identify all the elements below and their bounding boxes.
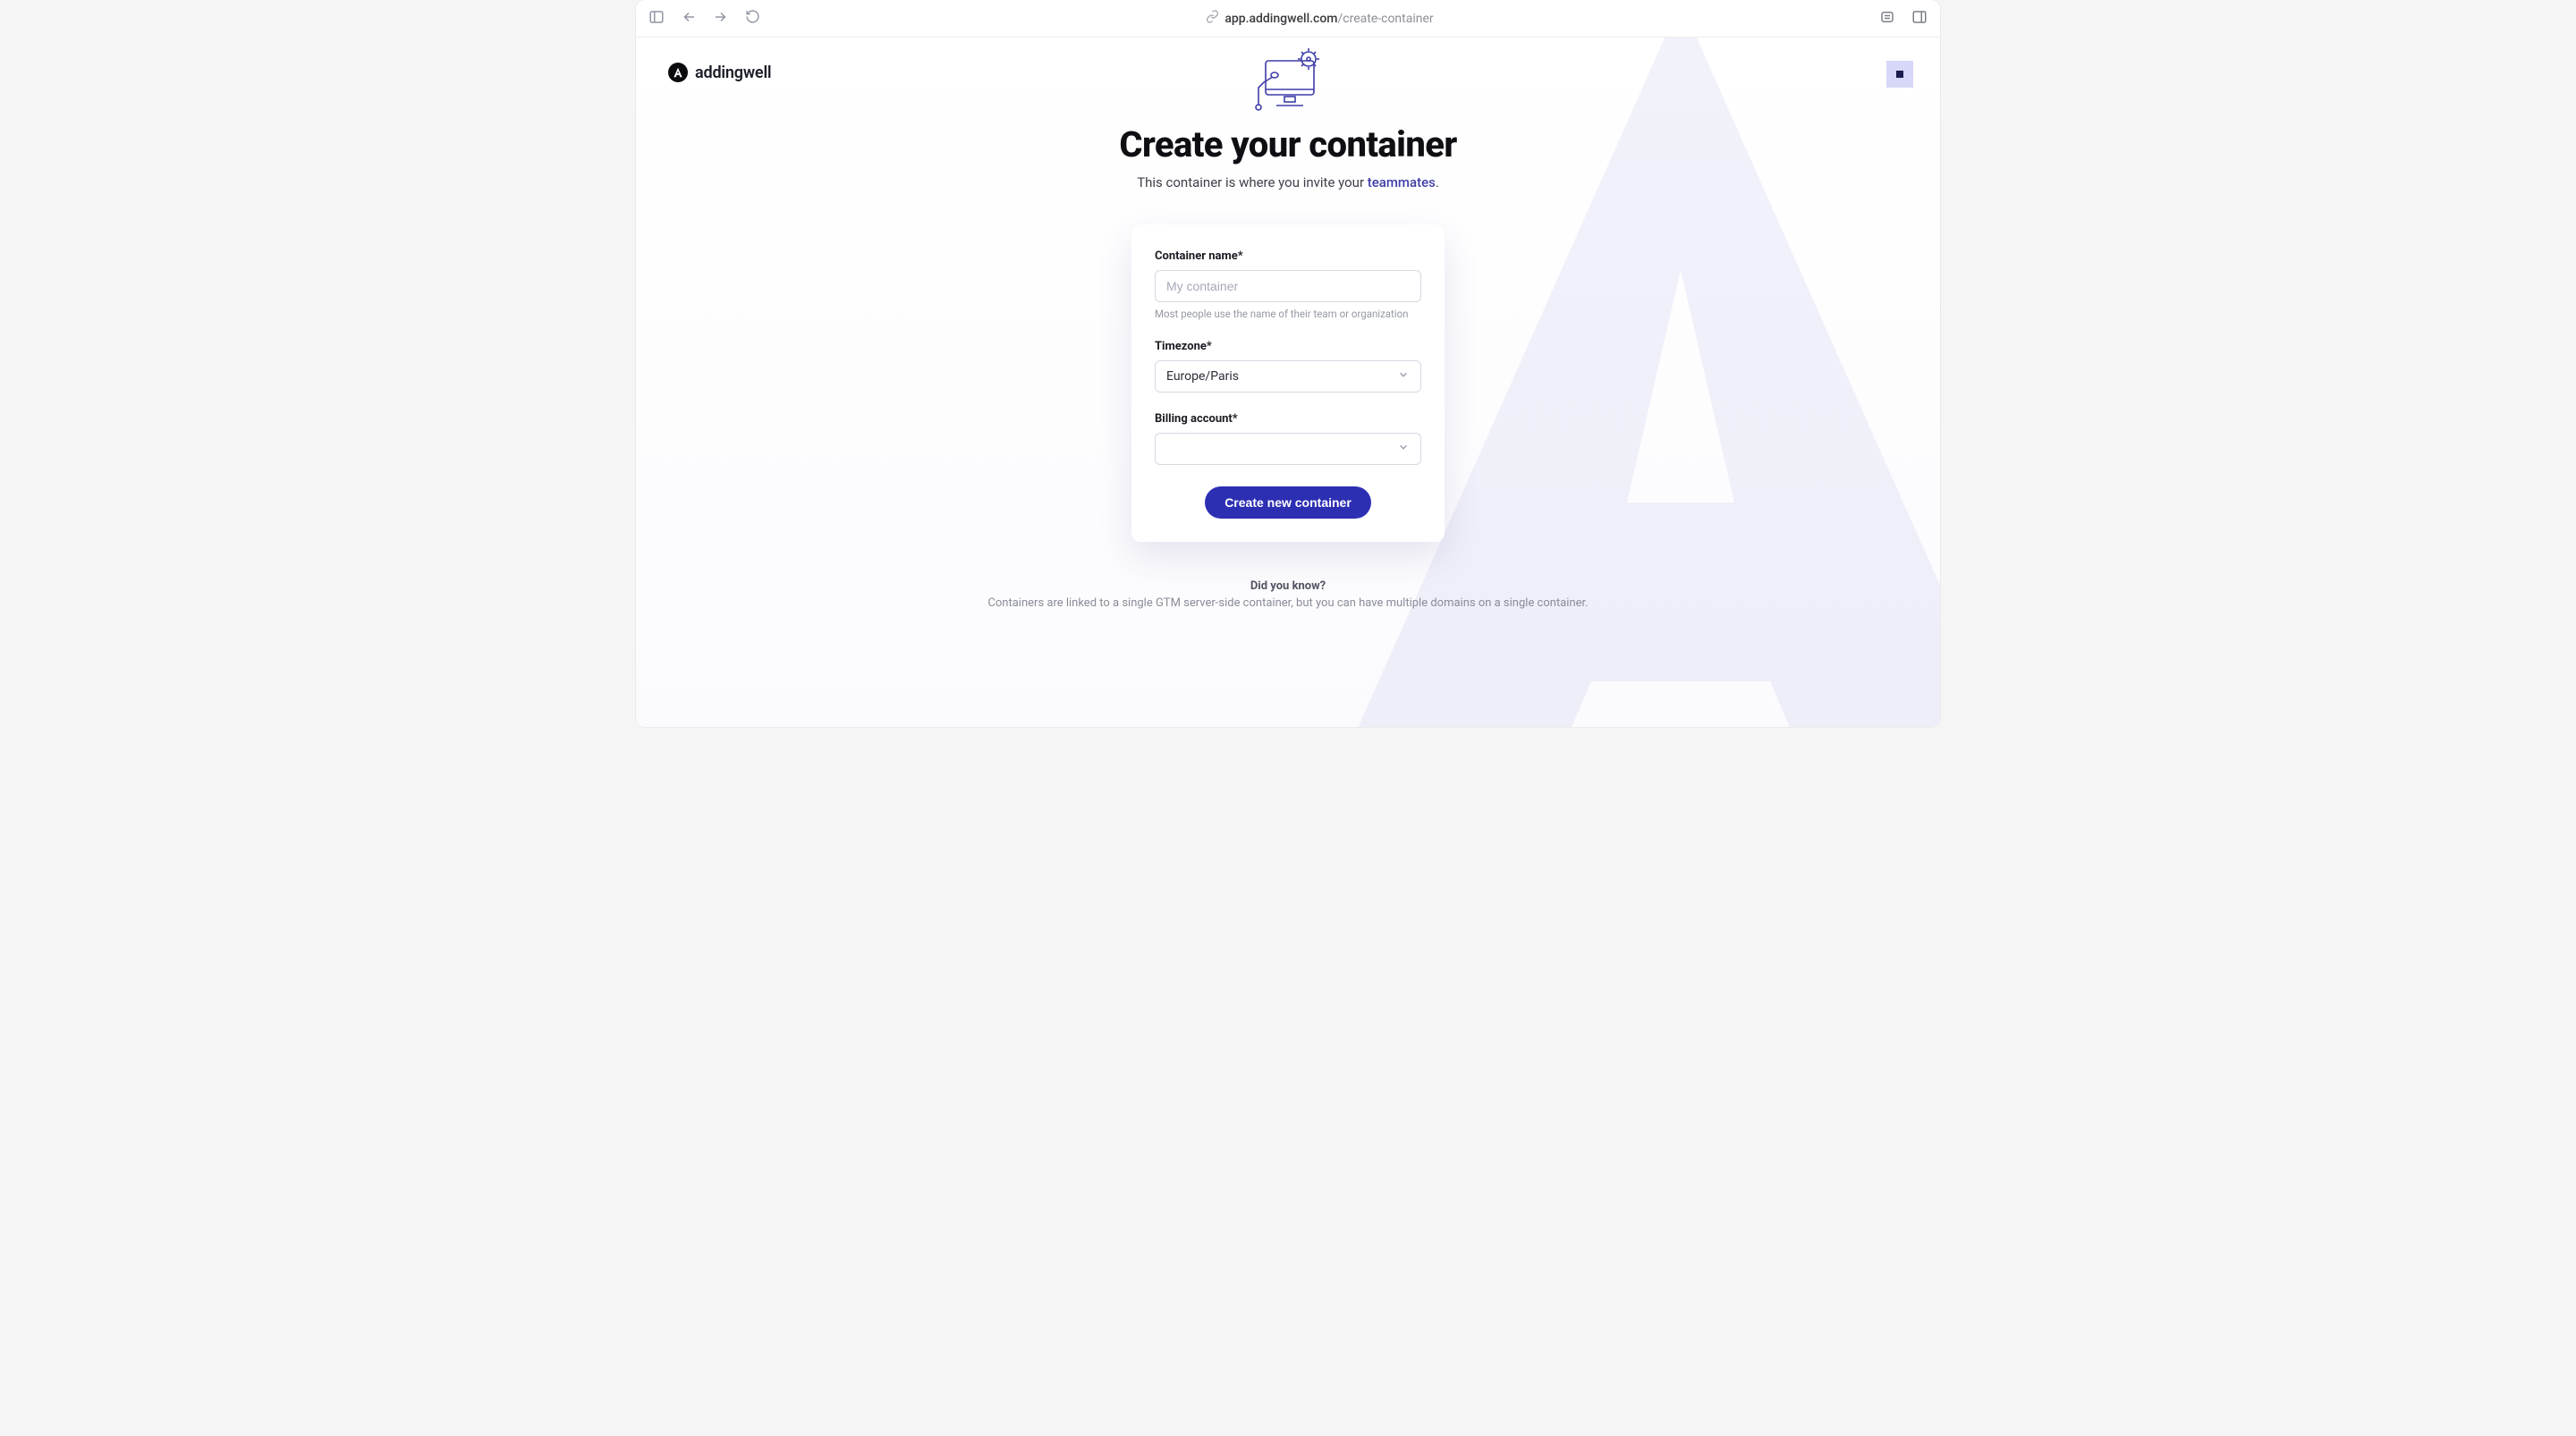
page-title: Create your container <box>886 123 1690 165</box>
form-card: Container name* Most people use the name… <box>1131 224 1445 542</box>
brand-logo[interactable]: addingwell <box>668 63 771 82</box>
container-name-label: Container name* <box>1155 249 1421 263</box>
panel-toggle-icon[interactable] <box>1911 9 1928 29</box>
timezone-value: Europe/Paris <box>1166 369 1239 384</box>
brand-mark-icon <box>668 63 688 82</box>
browser-chrome: app.addingwell.com/create-container <box>636 0 1940 38</box>
url-path: /create-container <box>1337 12 1433 26</box>
footer-tip: Did you know? Containers are linked to a… <box>886 579 1690 610</box>
container-name-input[interactable] <box>1155 270 1421 302</box>
billing-account-label: Billing account* <box>1155 412 1421 426</box>
user-avatar[interactable] <box>1886 61 1913 88</box>
brand-name: addingwell <box>695 63 771 82</box>
back-icon[interactable] <box>681 9 697 29</box>
app-window: app.addingwell.com/create-container addi… <box>636 0 1940 727</box>
url-host: app.addingwell.com <box>1224 12 1337 26</box>
reader-icon[interactable] <box>1879 9 1895 29</box>
timezone-label: Timezone* <box>1155 340 1421 353</box>
footer-tip-body: Containers are linked to a single GTM se… <box>987 596 1588 610</box>
container-name-hint: Most people use the name of their team o… <box>1155 308 1421 320</box>
address-bar[interactable]: app.addingwell.com/create-container <box>1206 10 1433 27</box>
sidebar-toggle-icon[interactable] <box>648 9 665 29</box>
chevron-down-icon <box>1397 441 1410 457</box>
reload-icon[interactable] <box>745 9 760 28</box>
billing-account-select[interactable] <box>1155 433 1421 465</box>
page-subtext: This container is where you invite your … <box>886 174 1690 190</box>
chevron-down-icon <box>1397 368 1410 384</box>
page-content: addingwell <box>636 38 1940 727</box>
footer-tip-lead: Did you know? <box>886 579 1690 593</box>
teammates-link[interactable]: teammates <box>1368 174 1436 190</box>
setup-illustration-icon <box>886 46 1690 116</box>
link-icon <box>1206 10 1219 27</box>
create-container-button[interactable]: Create new container <box>1205 486 1371 519</box>
timezone-select[interactable]: Europe/Paris <box>1155 360 1421 393</box>
forward-icon[interactable] <box>713 9 729 29</box>
